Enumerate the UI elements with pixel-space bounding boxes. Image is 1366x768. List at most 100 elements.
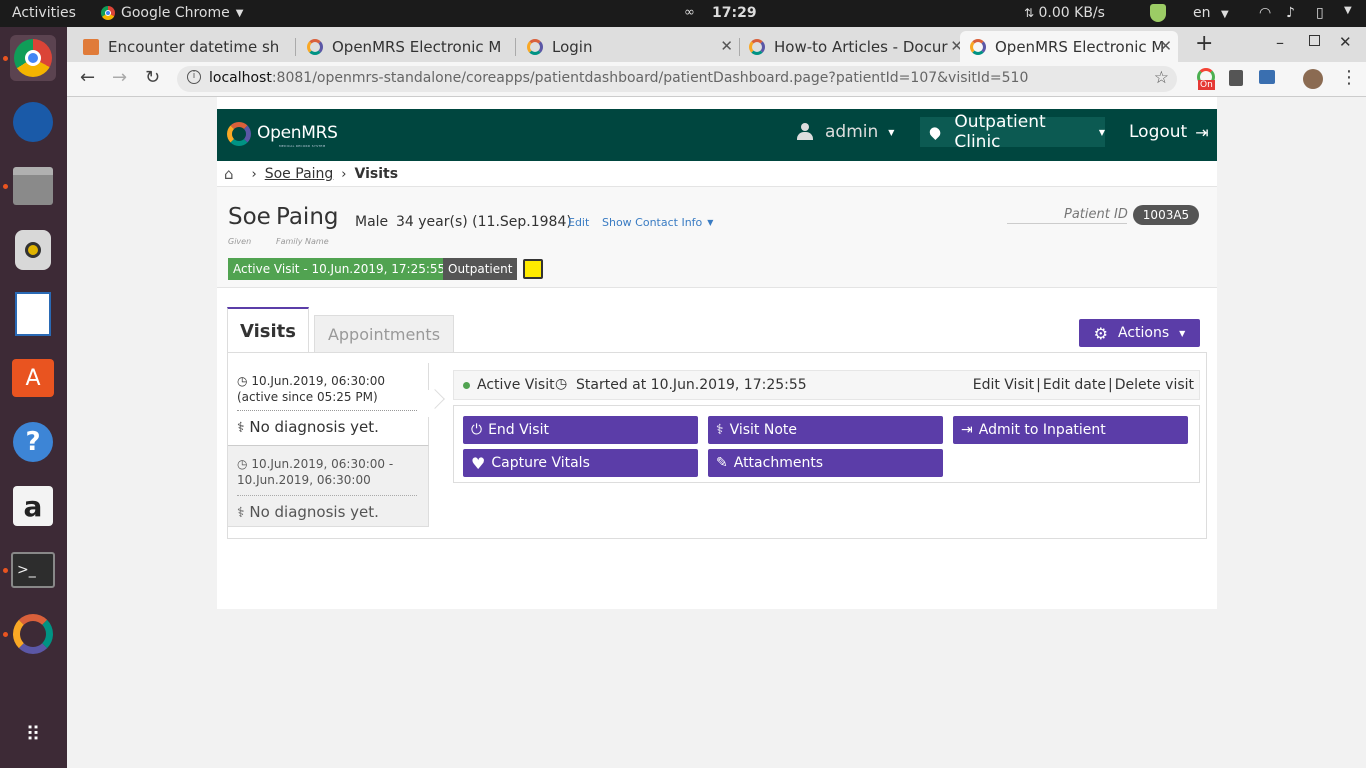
edit-visit-link[interactable]: Edit Visit <box>973 377 1034 393</box>
breadcrumb-patient-link[interactable]: Soe Paing <box>265 166 334 182</box>
visit-note-button[interactable]: ⚕ Visit Note <box>708 416 943 444</box>
new-tab-button[interactable]: + <box>1195 31 1213 56</box>
profile-avatar[interactable] <box>1303 69 1323 89</box>
app-name: Google Chrome <box>121 5 230 21</box>
home-icon[interactable]: ⌂ <box>224 165 234 183</box>
logout-link[interactable]: Logout ⇥ <box>1129 122 1209 142</box>
back-arrow-icon[interactable]: ← <box>80 67 95 88</box>
bookmark-star-icon[interactable]: ☆ <box>1154 68 1169 88</box>
show-applications-icon[interactable]: ⠿ <box>10 711 56 757</box>
paperclip-icon: ✎ <box>716 455 728 471</box>
visit-list-item-active[interactable]: ◷ 10.Jun.2019, 06:30:00 (active since 05… <box>228 363 429 445</box>
visit-list-item[interactable]: ◷ 10.Jun.2019, 06:30:00 - 10.Jun.2019, 0… <box>228 445 429 527</box>
address-bar[interactable]: i localhost:8081/openmrs-standalone/core… <box>177 66 1177 92</box>
window-close-icon[interactable]: ✕ <box>1339 33 1352 51</box>
edit-patient-link[interactable]: Edit <box>568 216 589 229</box>
end-visit-button[interactable]: ⏻ End Visit <box>463 416 698 444</box>
tab-label: Visits <box>240 320 296 342</box>
button-label: Visit Note <box>729 422 798 438</box>
sticky-note-icon[interactable] <box>523 259 543 279</box>
user-menu[interactable]: admin ▼ <box>797 122 894 142</box>
caret-down-icon: ▼ <box>1179 328 1186 338</box>
attachments-button[interactable]: ✎ Attachments <box>708 449 943 477</box>
files-icon[interactable] <box>10 163 56 209</box>
activities-button[interactable]: Activities <box>12 5 76 21</box>
close-icon[interactable]: ✕ <box>292 37 293 55</box>
language-indicator[interactable]: en ▼ <box>1193 5 1229 21</box>
tab-label: Appointments <box>327 324 441 344</box>
capture-vitals-button[interactable]: ♥ Capture Vitals <box>463 449 698 477</box>
close-icon[interactable]: ✕ <box>506 37 507 55</box>
browser-tab[interactable]: Encounter datetime sh ✕ <box>83 31 293 62</box>
shield-icon[interactable] <box>1150 4 1166 22</box>
amazon-icon[interactable]: a <box>10 483 56 529</box>
wifi-icon[interactable]: ◠ <box>1259 5 1271 21</box>
network-speed: 0.00 KB/s <box>1038 5 1105 21</box>
browser-tab-active[interactable]: OpenMRS Electronic M ✕ <box>960 31 1178 62</box>
stethoscope-icon: ⚕ <box>237 505 245 521</box>
user-icon <box>797 123 813 141</box>
terminal-icon[interactable]: >_ <box>10 547 56 593</box>
show-contact-info-link[interactable]: Show Contact Info ▼ <box>602 216 713 229</box>
software-center-icon[interactable]: A <box>10 355 56 401</box>
reload-icon[interactable]: ↻ <box>145 67 160 88</box>
delete-visit-link[interactable]: Delete visit <box>1115 377 1194 393</box>
openmrs-header: OpenMRS MEDICAL RECORD SYSTEM admin ▼ Ou… <box>217 109 1217 161</box>
diagnosis-row: ⚕ No diagnosis yet. <box>237 418 379 436</box>
writer-icon[interactable] <box>10 291 56 337</box>
tab-appointments[interactable]: Appointments <box>314 315 454 352</box>
close-icon[interactable]: ✕ <box>1159 37 1172 55</box>
forward-arrow-icon[interactable]: → <box>112 67 127 88</box>
thunderbird-icon[interactable] <box>10 99 56 145</box>
running-indicator-dot <box>3 56 8 61</box>
tab-title: Encounter datetime sh <box>108 37 280 56</box>
chrome-launcher-icon[interactable] <box>10 35 56 81</box>
extension-icon[interactable] <box>1259 70 1275 84</box>
breadcrumb: ⌂ › Soe Paing › Visits <box>224 165 398 183</box>
tab-title: Login <box>552 37 593 56</box>
logo-text[interactable]: OpenMRS <box>257 123 338 143</box>
browser-tab[interactable]: Login ✕ <box>527 31 737 62</box>
browser-tab[interactable]: How-to Articles - Docur ✕ <box>749 31 969 62</box>
openmrs-app-icon[interactable] <box>10 611 56 657</box>
running-indicator-dot <box>3 632 8 637</box>
tab-title: OpenMRS Electronic M <box>332 37 502 56</box>
menu-kebab-icon[interactable]: ⋮ <box>1340 67 1358 88</box>
diagnosis-text: No diagnosis yet. <box>249 503 379 521</box>
active-visit-badge[interactable]: Active Visit - 10.Jun.2019, 17:25:55 <box>228 258 451 280</box>
tab-visits[interactable]: Visits <box>227 307 309 353</box>
language: en <box>1193 5 1211 21</box>
actions-label: Actions <box>1118 325 1170 341</box>
admit-inpatient-button[interactable]: ⇥ Admit to Inpatient <box>953 416 1188 444</box>
tab-title: How-to Articles - Docur <box>774 37 948 56</box>
patient-gender: Male <box>355 214 389 230</box>
maximize-icon[interactable] <box>1309 35 1320 46</box>
heartbeat-icon: ♥ <box>471 453 486 473</box>
browser-tab[interactable]: OpenMRS Electronic M ✕ <box>307 31 507 62</box>
openmrs-logo-icon[interactable] <box>227 122 251 146</box>
rhythmbox-icon[interactable] <box>10 227 56 273</box>
info-icon[interactable]: i <box>187 70 201 84</box>
app-menu[interactable]: Google Chrome ▼ <box>101 5 243 21</box>
location-menu[interactable]: Outpatient Clinic ▼ <box>920 112 1105 152</box>
minimize-icon[interactable]: – <box>1276 33 1284 52</box>
network-speed-indicator[interactable]: ⇅ 0.00 KB/s <box>1024 5 1105 21</box>
caret-down-icon[interactable]: ▼ <box>1344 5 1352 16</box>
close-icon[interactable]: ✕ <box>720 37 733 55</box>
openmrs-favicon-icon <box>307 38 323 55</box>
visit-date-row: ◷ 10.Jun.2019, 06:30:00 (active since 05… <box>237 373 422 405</box>
battery-icon[interactable]: ▯ <box>1316 5 1324 21</box>
button-label: End Visit <box>488 422 549 438</box>
actions-button[interactable]: ⚙ Actions ▼ <box>1079 319 1200 347</box>
logout-label: Logout <box>1129 122 1188 142</box>
clock[interactable]: 17:29 <box>712 5 757 21</box>
extension-icon[interactable] <box>1229 70 1243 86</box>
help-icon[interactable]: ? <box>10 419 56 465</box>
edit-date-link[interactable]: Edit date <box>1043 377 1106 393</box>
volume-icon[interactable]: ♪ <box>1286 5 1295 21</box>
button-label: Attachments <box>733 455 824 471</box>
link-separator: | <box>1107 377 1113 393</box>
divider <box>1007 223 1127 224</box>
caret-down-icon: ▼ <box>235 7 244 19</box>
browser-tab-strip: Encounter datetime sh ✕ OpenMRS Electron… <box>67 27 1366 62</box>
